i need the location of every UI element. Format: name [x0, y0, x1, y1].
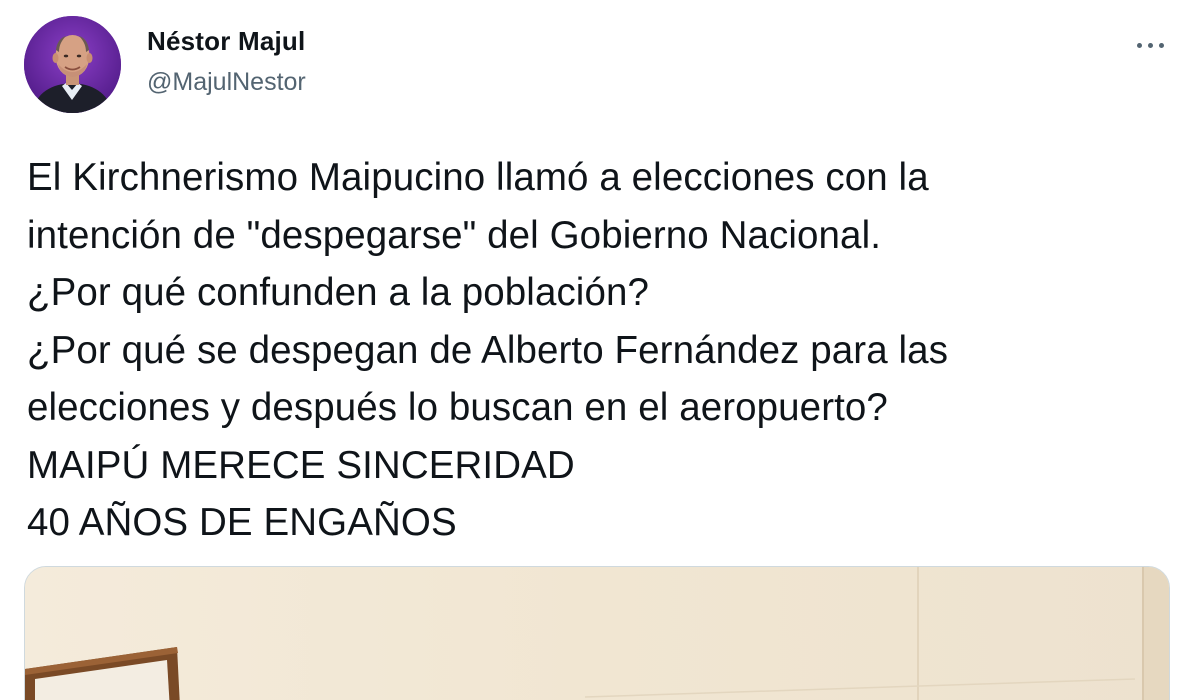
author-name[interactable]: Néstor Majul [147, 26, 305, 57]
tweet-text-line: MAIPÚ MERECE SINCERIDAD [27, 443, 575, 487]
more-horizontal-icon [1134, 35, 1167, 53]
tweet-text-line: ¿Por qué se despegan de Alberto Fernánde… [27, 328, 949, 372]
tweet-text-line: intención de "despegarse" del Gobierno N… [27, 213, 882, 257]
tweet-text-line: ¿Por qué confunden a la población? [27, 271, 649, 314]
tweet-media-image[interactable] [24, 566, 1170, 700]
more-options-button[interactable] [1128, 22, 1172, 66]
author-handle[interactable]: @MajulNestor [147, 68, 306, 97]
tweet-text-line: El Kirchnerismo Maipucino llamó a elecci… [27, 156, 929, 199]
avatar-photo [24, 16, 121, 113]
tweet-text: El Kirchnerismo Maipucino llamó a elecci… [27, 149, 1167, 552]
media-photo [25, 567, 1169, 700]
tweet-text-line: 40 AÑOS DE ENGAÑOS [27, 501, 457, 544]
tweet-card: Néstor Majul @MajulNestor El Kirchnerism… [0, 0, 1200, 700]
tweet-text-line: elecciones y después lo buscan en el aer… [27, 386, 888, 429]
author-avatar[interactable] [24, 16, 121, 113]
